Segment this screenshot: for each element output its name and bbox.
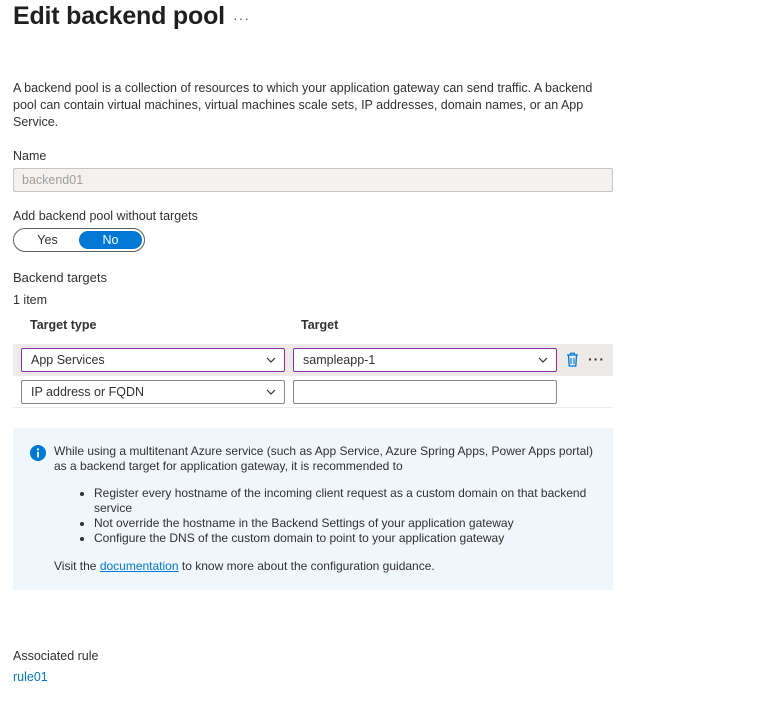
associated-rule-label: Associated rule — [13, 649, 99, 663]
target-type-value: IP address or FQDN — [31, 385, 145, 399]
chevron-down-icon — [266, 389, 276, 395]
target-type-dropdown[interactable]: App Services — [21, 348, 285, 372]
more-options-button[interactable]: ··· — [233, 10, 250, 26]
target-input[interactable] — [293, 380, 557, 404]
list-item: Not override the hostname in the Backend… — [94, 516, 593, 531]
chevron-down-icon — [538, 357, 548, 363]
chevron-down-icon — [266, 357, 276, 363]
without-targets-toggle[interactable]: Yes No — [13, 228, 145, 252]
target-value: sampleapp-1 — [303, 353, 376, 367]
backend-targets-count: 1 item — [13, 293, 48, 307]
name-label: Name — [13, 149, 47, 163]
associated-rule-link[interactable]: rule01 — [13, 670, 48, 684]
backend-targets-heading: Backend targets — [13, 270, 107, 285]
list-item: Register every hostname of the incoming … — [94, 486, 593, 516]
page-title: Edit backend pool — [13, 2, 225, 30]
delete-icon[interactable] — [566, 352, 579, 367]
row-more-button[interactable]: ··· — [588, 351, 605, 367]
name-input[interactable]: backend01 — [13, 168, 613, 192]
visit-prefix: Visit the — [54, 559, 97, 573]
toggle-no-option[interactable]: No — [79, 231, 142, 249]
column-header-target: Target — [301, 318, 339, 332]
row-divider — [13, 375, 613, 376]
toggle-yes-option[interactable]: Yes — [16, 231, 79, 249]
row-divider — [13, 407, 613, 408]
target-dropdown[interactable]: sampleapp-1 — [293, 348, 557, 372]
target-type-value: App Services — [31, 353, 105, 367]
visit-suffix: to know more about the configuration gui… — [181, 559, 435, 573]
documentation-link[interactable]: documentation — [100, 559, 179, 573]
info-visit-text: Visit the documentation to know more abo… — [54, 559, 435, 574]
list-item: Configure the DNS of the custom domain t… — [94, 531, 593, 546]
without-targets-label: Add backend pool without targets — [13, 209, 198, 223]
description-text: A backend pool is a collection of resour… — [13, 81, 593, 129]
info-text: While using a multitenant Azure service … — [54, 444, 593, 473]
column-header-target-type: Target type — [30, 318, 97, 332]
info-message-box: While using a multitenant Azure service … — [13, 428, 613, 590]
target-type-dropdown[interactable]: IP address or FQDN — [21, 380, 285, 404]
info-icon — [30, 445, 46, 461]
recommendation-list: Register every hostname of the incoming … — [73, 486, 593, 546]
